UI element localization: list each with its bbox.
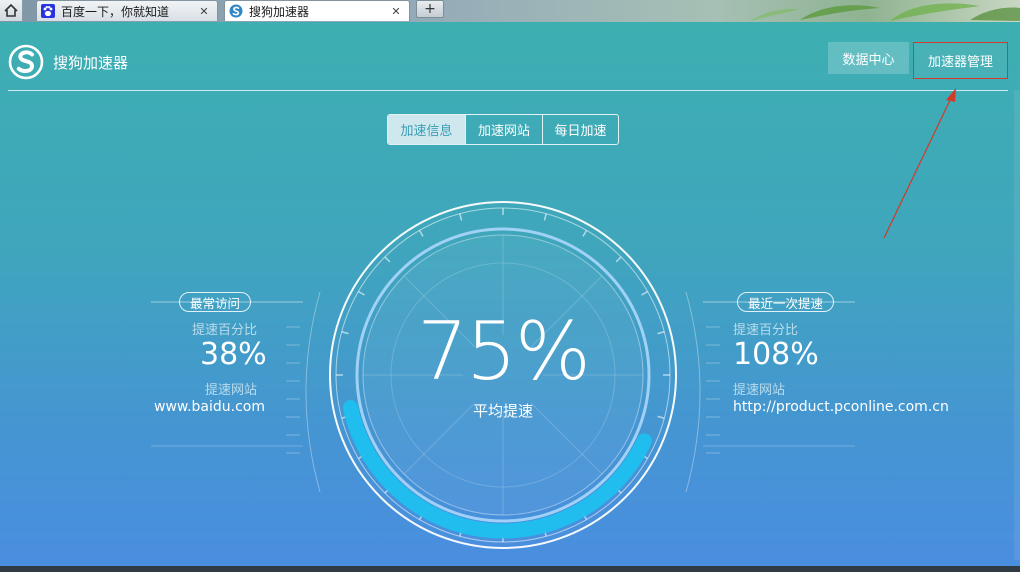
- right-site-value: http://product.pconline.com.cn: [733, 399, 949, 415]
- baidu-paw-icon: [41, 4, 55, 18]
- bamboo-wallpaper-image: [750, 3, 1020, 21]
- right-bracket-arc: [685, 291, 701, 493]
- right-site-label: 提速网站: [733, 383, 786, 398]
- gauge-tick: [357, 290, 365, 296]
- most-visited-badge: 最常访问: [179, 292, 252, 312]
- taskbar: [0, 566, 1020, 572]
- tab-close-button[interactable]: ✕: [197, 4, 211, 18]
- tab-title: 百度一下，你就知道: [61, 4, 170, 19]
- tab-title: 搜狗加速器: [249, 4, 310, 19]
- tab-sogou-accelerator[interactable]: 搜狗加速器 ✕: [224, 0, 410, 21]
- scrollbar[interactable]: [1014, 90, 1020, 560]
- gauge-tick: [418, 229, 424, 237]
- left-bracket-arc: [305, 291, 321, 493]
- annotation-arrow-line: [883, 93, 954, 239]
- accelerator-panel: 搜狗加速器 数据中心 加速器管理 加速信息 加速网站 每日加速 75% 平均提速…: [0, 22, 1020, 566]
- home-button[interactable]: [0, 0, 23, 21]
- gauge-tick: [341, 331, 349, 335]
- gauge-tick: [459, 213, 463, 221]
- tab-close-button[interactable]: ✕: [389, 4, 403, 18]
- browser-tab-strip: 百度一下，你就知道 ✕ 搜狗加速器 ✕ +: [0, 0, 1020, 23]
- left-pct-value: 38%: [200, 337, 267, 372]
- gauge-tick: [615, 256, 622, 263]
- annotation-arrow-head: [946, 88, 956, 102]
- sogou-logo-icon: [229, 4, 243, 18]
- left-site-value: www.baidu.com: [154, 399, 265, 415]
- average-speedup-value: 75%: [417, 305, 591, 398]
- tab-baidu[interactable]: 百度一下，你就知道 ✕: [36, 0, 218, 21]
- gauge-tick: [543, 213, 547, 221]
- new-tab-button[interactable]: +: [416, 0, 444, 18]
- speed-gauge: [151, 88, 956, 549]
- gauge-tick: [641, 290, 649, 296]
- left-pct-label: 提速百分比: [192, 323, 258, 338]
- home-icon: [4, 3, 18, 17]
- left-site-label: 提速网站: [205, 383, 258, 398]
- latest-speedup-badge: 最近一次提速: [737, 292, 835, 312]
- right-pct-label: 提速百分比: [733, 323, 799, 338]
- gauge-tick: [582, 229, 588, 237]
- gauge-tick: [657, 331, 665, 335]
- average-speedup-label: 平均提速: [472, 402, 533, 420]
- gauge-tick: [384, 256, 391, 263]
- gauge-tick: [657, 415, 665, 419]
- right-pct-value: 108%: [733, 337, 819, 372]
